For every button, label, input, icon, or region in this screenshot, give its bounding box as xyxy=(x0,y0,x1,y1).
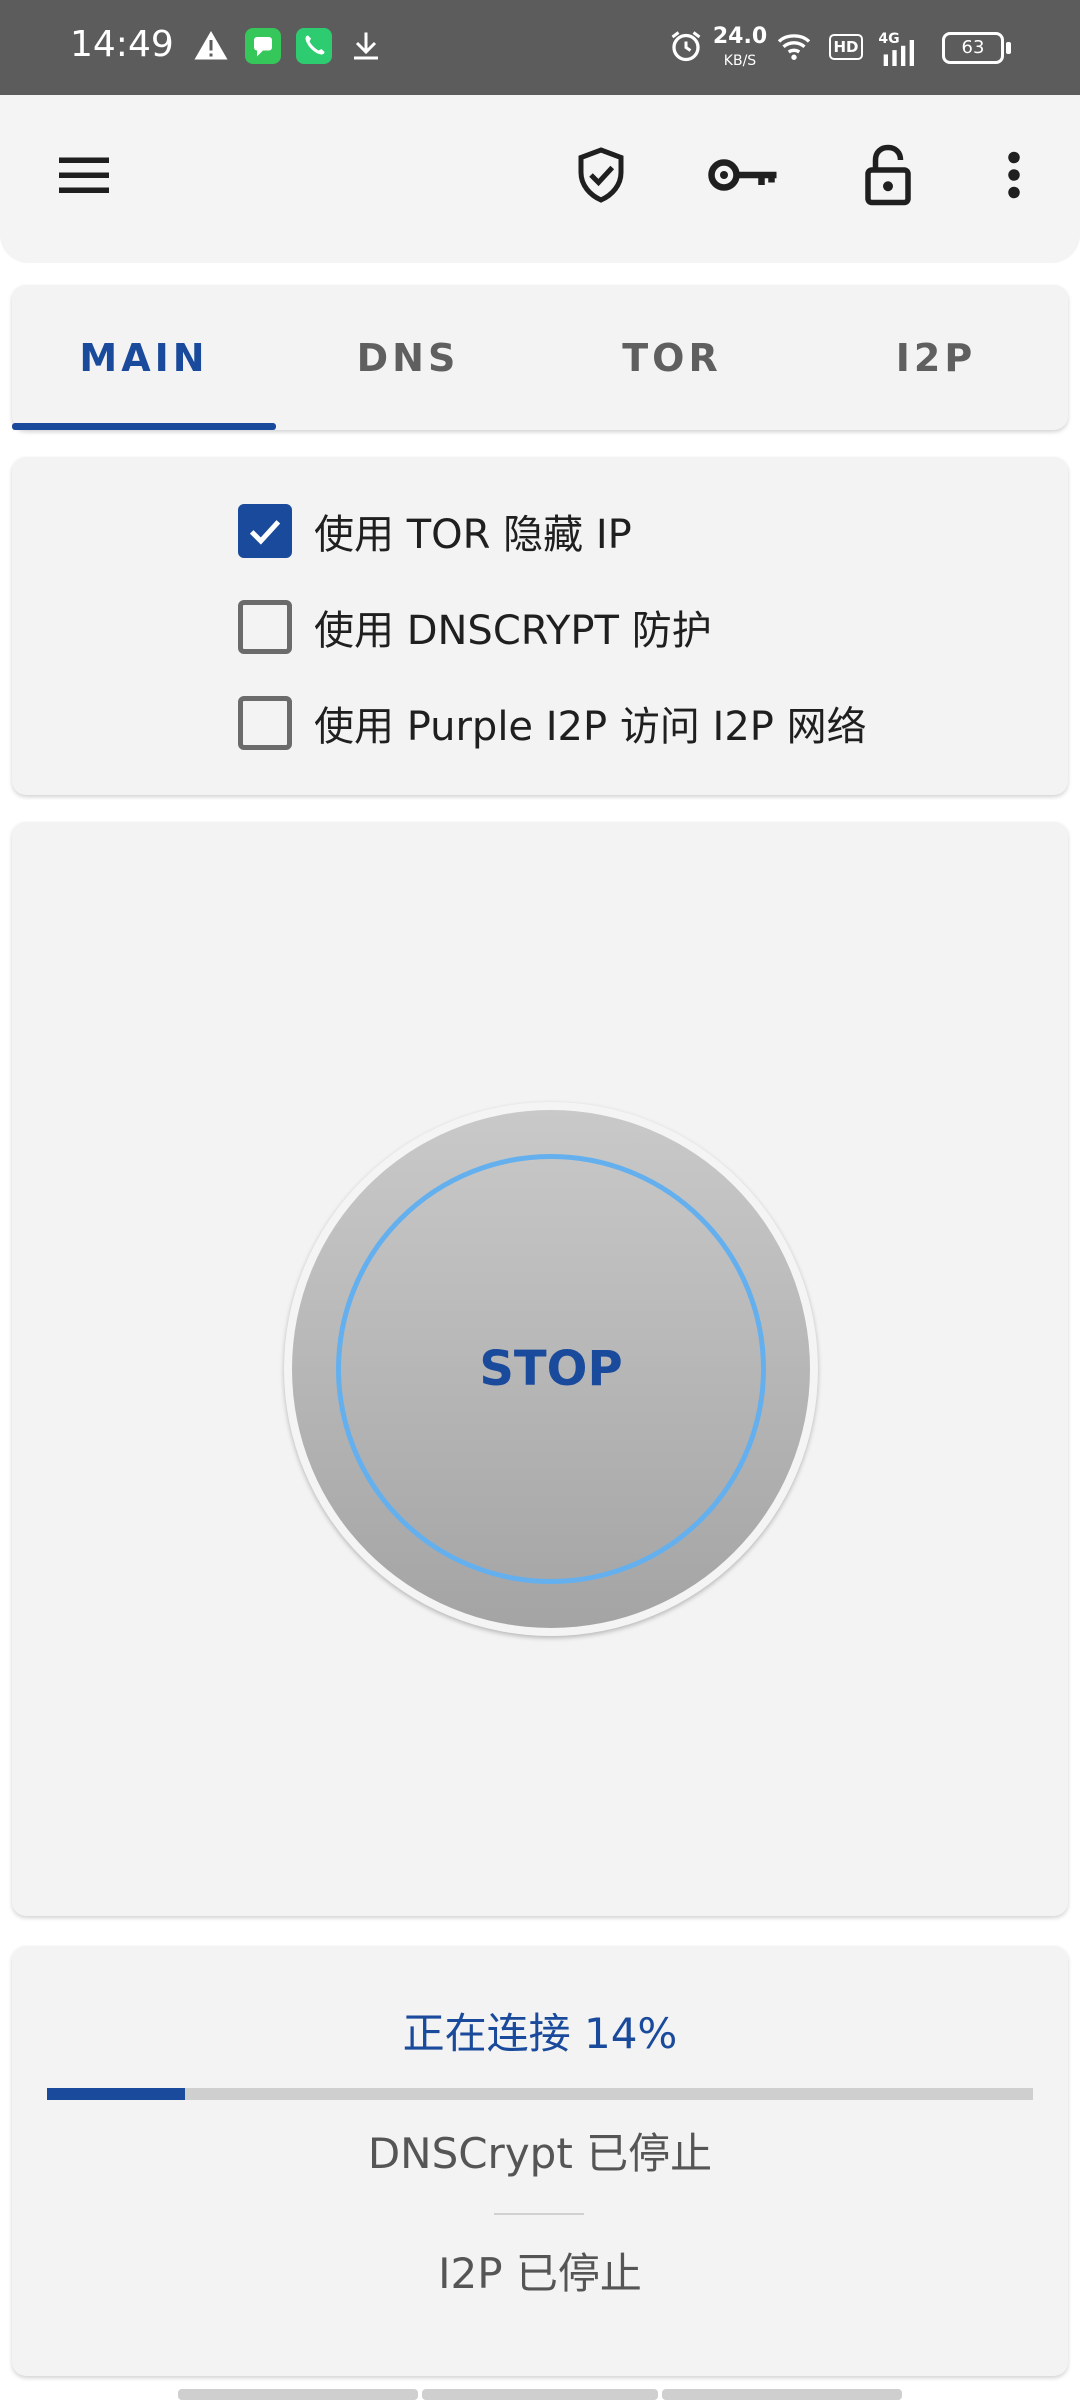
stop-button-face: STOP xyxy=(292,1110,810,1628)
connection-progress-fill xyxy=(47,2088,186,2100)
app-bar xyxy=(0,95,1080,263)
phone-app-icon xyxy=(296,28,332,64)
download-icon xyxy=(354,32,378,60)
option-tor-label: 使用 TOR 隐藏 IP xyxy=(314,512,632,558)
battery-tip xyxy=(1006,42,1011,54)
i2p-checkbox[interactable] xyxy=(238,696,292,750)
shield-button[interactable] xyxy=(561,135,641,215)
battery-level: 63 xyxy=(961,37,985,58)
option-i2p-label: 使用 Purple I2P 访问 I2P 网络 xyxy=(314,704,867,750)
net-speed-value: 24.0 xyxy=(712,24,768,49)
main-control-area: STOP xyxy=(12,822,1068,1916)
option-dnscrypt[interactable]: 使用 DNSCRYPT 防护 xyxy=(238,597,712,657)
warning-icon xyxy=(194,31,228,60)
key-button[interactable] xyxy=(704,135,784,215)
status-bar: 14:49 24.0 KB/S HD 4G 63 xyxy=(0,0,1080,95)
tab-bar: MAIN DNS TOR I2P xyxy=(12,285,1068,430)
check-icon xyxy=(249,520,281,545)
tab-tor[interactable]: TOR xyxy=(540,285,804,430)
status-card: 正在连接 14% DNSCrypt 已停止 I2P 已停止 xyxy=(12,1946,1068,2376)
nav-hint-center xyxy=(422,2389,658,2400)
alarm-icon xyxy=(671,31,701,62)
option-dnscrypt-label: 使用 DNSCRYPT 防护 xyxy=(314,608,712,654)
tab-i2p[interactable]: I2P xyxy=(804,285,1068,430)
nav-hint-left xyxy=(178,2389,418,2400)
tor-checkbox[interactable] xyxy=(238,504,292,558)
connecting-status: 正在连接 14% xyxy=(402,2009,678,2058)
shield-check-icon xyxy=(578,147,624,203)
tab-main[interactable]: MAIN xyxy=(12,285,276,430)
menu-icon xyxy=(59,157,109,193)
status-divider xyxy=(494,2213,584,2215)
i2p-status: I2P 已停止 xyxy=(438,2249,642,2298)
menu-button[interactable] xyxy=(44,135,124,215)
tab-indicator xyxy=(12,423,276,430)
net-speed-unit: KB/S xyxy=(723,53,757,69)
dnscrypt-checkbox[interactable] xyxy=(238,600,292,654)
stop-button[interactable]: STOP xyxy=(284,1102,818,1636)
messages-app-icon xyxy=(245,28,281,64)
nav-hint-right xyxy=(662,2389,902,2400)
key-icon xyxy=(708,159,777,191)
wifi-icon xyxy=(777,34,811,60)
lock-button[interactable] xyxy=(848,135,928,215)
connection-progress-bar xyxy=(47,2088,1033,2100)
more-vert-icon xyxy=(1008,151,1020,199)
status-time: 14:49 xyxy=(70,24,174,65)
lock-icon xyxy=(865,144,911,206)
option-tor[interactable]: 使用 TOR 隐藏 IP xyxy=(238,501,632,561)
stop-button-label: STOP xyxy=(479,1341,623,1397)
battery-icon: 63 xyxy=(942,32,1004,64)
hd-badge: HD xyxy=(829,34,863,60)
option-i2p[interactable]: 使用 Purple I2P 访问 I2P 网络 xyxy=(238,693,867,753)
tab-dns[interactable]: DNS xyxy=(276,285,540,430)
more-options-button[interactable] xyxy=(974,135,1054,215)
cell-signal-icon xyxy=(883,40,914,66)
dnscrypt-status: DNSCrypt 已停止 xyxy=(367,2129,713,2178)
options-card: 使用 TOR 隐藏 IP 使用 DNSCRYPT 防护 使用 Purple I2… xyxy=(12,457,1068,795)
